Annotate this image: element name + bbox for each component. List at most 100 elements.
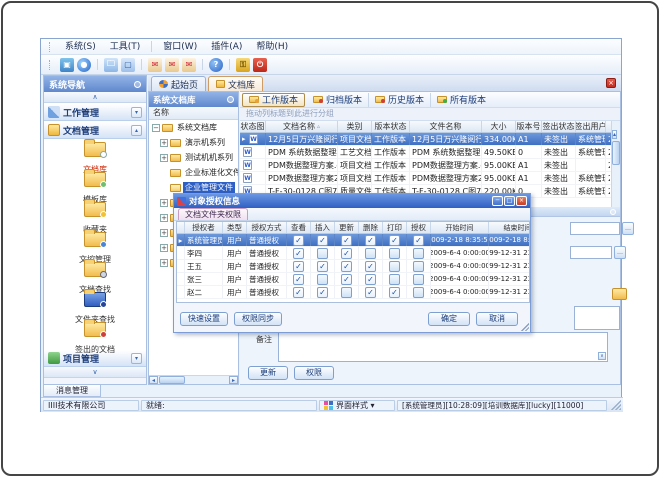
open-library-icon[interactable]: 🗀 — [104, 58, 118, 72]
permission-button[interactable]: 权限 — [294, 366, 334, 380]
insert-checkbox[interactable] — [317, 274, 328, 285]
property-field[interactable] — [570, 246, 612, 259]
col-type[interactable]: 类型 — [223, 222, 247, 233]
version-tab-history[interactable]: 历史版本 — [369, 93, 431, 107]
group-by-band[interactable]: 拖动列标题到此进行分组 — [240, 108, 620, 121]
menu-window[interactable]: 窗口(W) — [157, 40, 203, 54]
insert-checkbox[interactable] — [317, 261, 328, 272]
permission-row[interactable]: 李四用户 普通授权 2009-6-4 0:00:009999-12-31 23:… — [177, 247, 530, 260]
delete-checkbox[interactable] — [365, 261, 376, 272]
sidebar-section-project[interactable]: 项目管理 ▾ — [44, 349, 146, 367]
expand-icon[interactable]: + — [160, 154, 168, 162]
permission-row[interactable]: 赵二用户 普通授权 2009-6-4 0:00:009999-12-31 23:… — [177, 286, 530, 299]
col-grantee[interactable]: 授权者 — [185, 222, 223, 233]
expand-icon[interactable]: + — [160, 199, 168, 207]
print-checkbox[interactable] — [389, 287, 400, 298]
col-start-time[interactable]: 开始时间 — [431, 222, 489, 233]
collapse-icon[interactable]: − — [152, 124, 160, 132]
print-checkbox[interactable] — [389, 235, 400, 246]
table-row[interactable]: W PDM数据整理方案.doc项目文档 工作版本PDM数据整理方案.doc 95… — [240, 159, 611, 172]
view-checkbox[interactable] — [293, 274, 304, 285]
sidebar-item-folder-search[interactable]: 文件夹查找 — [44, 292, 146, 322]
grant-checkbox[interactable] — [413, 287, 424, 298]
version-tab-all[interactable]: 所有版本 — [431, 93, 492, 107]
close-icon[interactable]: × — [606, 78, 616, 88]
expand-icon[interactable]: + — [160, 139, 168, 147]
update-checkbox[interactable] — [341, 287, 352, 298]
property-field[interactable] — [570, 222, 620, 235]
permission-row[interactable]: 王五用户 普通授权 2009-6-4 0:00:009999-12-31 23:… — [177, 260, 530, 273]
remark-textarea[interactable]: ∨ — [278, 332, 608, 362]
network-globe-icon[interactable]: ● — [77, 58, 91, 72]
column-header-checkout-user[interactable]: 签出用户 — [576, 121, 606, 132]
version-tab-working[interactable]: 工作版本 — [242, 93, 305, 107]
sidebar-section-doc[interactable]: 文档管理 ▴ — [44, 121, 146, 139]
column-header-version-no[interactable]: 版本号 — [516, 121, 542, 132]
sidebar-item-checked-out-docs[interactable]: 签出的文档 — [44, 322, 146, 352]
col-mode[interactable]: 授权方式 — [247, 222, 287, 233]
column-header-size[interactable]: 大小 — [482, 121, 516, 132]
help-icon[interactable]: ? — [209, 58, 223, 72]
table-vertical-scrollbar[interactable]: ▴ — [611, 121, 620, 207]
mail-send-icon[interactable]: ✉ — [165, 58, 179, 72]
grant-checkbox[interactable] — [413, 274, 424, 285]
col-print[interactable]: 打印 — [383, 222, 407, 233]
mail-icon[interactable]: ✉ — [148, 58, 162, 72]
tab-start-page[interactable]: 起始页 — [151, 76, 206, 91]
chevron-up-icon[interactable]: ▴ — [131, 125, 142, 136]
sidebar-scroll-up[interactable]: ∧ — [44, 92, 146, 103]
scroll-left-icon[interactable]: ◂ — [149, 376, 158, 384]
col-end-time[interactable]: 结束时间 — [489, 222, 530, 233]
delete-checkbox[interactable] — [365, 287, 376, 298]
pin-icon[interactable] — [227, 96, 234, 103]
dialog-title-bar[interactable]: 对象授权信息 ─ □ × — [174, 194, 530, 208]
permission-row[interactable]: 张三用户 普通授权 2009-6-4 0:00:009999-12-31 23:… — [177, 273, 530, 286]
update-checkbox[interactable] — [341, 235, 352, 246]
table-row-selected[interactable]: ▸W 12月5日万兴隆阅行...项目文档 工作版本12月5日万兴隆阅行... 3… — [240, 133, 611, 146]
ok-button[interactable]: 确定 — [428, 312, 470, 326]
property-list[interactable] — [574, 306, 620, 330]
col-insert[interactable]: 插入 — [311, 222, 335, 233]
delete-checkbox[interactable] — [365, 248, 376, 259]
permission-sync-button[interactable]: 权限同步 — [234, 312, 282, 326]
sidebar-item-doc-control[interactable]: 文控管理 — [44, 232, 146, 262]
column-header-doc-name[interactable]: 文档名称▵ — [266, 121, 338, 132]
view-checkbox[interactable] — [293, 261, 304, 272]
expand-icon[interactable]: + — [160, 229, 168, 237]
update-checkbox[interactable] — [341, 274, 352, 285]
grant-checkbox[interactable] — [413, 261, 424, 272]
expand-icon[interactable]: + — [160, 214, 168, 222]
sidebar-item-doc-library[interactable]: 文档库 — [44, 142, 146, 172]
update-checkbox[interactable] — [341, 261, 352, 272]
column-header-file-name[interactable]: 文件名称 — [410, 121, 482, 132]
scroll-down-icon[interactable]: ∨ — [598, 352, 606, 360]
maximize-icon[interactable]: □ — [504, 196, 515, 206]
sidebar-item-favorites[interactable]: 收藏夹 — [44, 202, 146, 232]
mail-receive-icon[interactable]: ✉ — [182, 58, 196, 72]
minimize-icon[interactable]: ─ — [492, 196, 503, 206]
tree-item[interactable]: + 演示机系列 — [149, 135, 238, 150]
sidebar-section-work[interactable]: 工作管理 ▾ — [44, 103, 146, 121]
col-delete[interactable]: 删除 — [359, 222, 383, 233]
print-checkbox[interactable] — [389, 248, 400, 259]
exit-icon[interactable]: ⏻ — [253, 58, 267, 72]
table-row[interactable]: W PDM 系统数据整理检...工艺文档 工作版本PDM 系统数据整理... 4… — [240, 146, 611, 159]
tree-horizontal-scrollbar[interactable]: ◂ ▸ — [149, 375, 238, 384]
chevron-down-icon[interactable]: ▾ — [131, 353, 142, 364]
lock-icon[interactable]: ⚿ — [236, 58, 250, 72]
column-header-status[interactable]: 状态图 — [240, 121, 266, 132]
ui-style-dropdown[interactable]: 界面样式 ▾ — [319, 400, 395, 411]
col-view[interactable]: 查看 — [287, 222, 311, 233]
table-row[interactable]: W PDM数据整理方案2.doc项目文档 工作版本PDM数据整理方案2.doc … — [240, 172, 611, 185]
col-update[interactable]: 更新 — [335, 222, 359, 233]
scroll-up-icon[interactable]: ▴ — [612, 130, 617, 139]
grant-checkbox[interactable] — [413, 235, 424, 246]
scroll-right-icon[interactable]: ▸ — [229, 376, 238, 384]
resize-grip[interactable] — [611, 400, 621, 410]
sidebar-item-template-library[interactable]: 模板库 — [44, 172, 146, 202]
print-checkbox[interactable] — [389, 274, 400, 285]
tree-item[interactable]: + 测试机机系列 — [149, 150, 238, 165]
tree-column-header[interactable]: 名称 — [149, 107, 238, 120]
sidebar-scroll-down[interactable]: ∨ — [44, 367, 146, 378]
sidebar-item-doc-search[interactable]: 文档查找 — [44, 262, 146, 292]
